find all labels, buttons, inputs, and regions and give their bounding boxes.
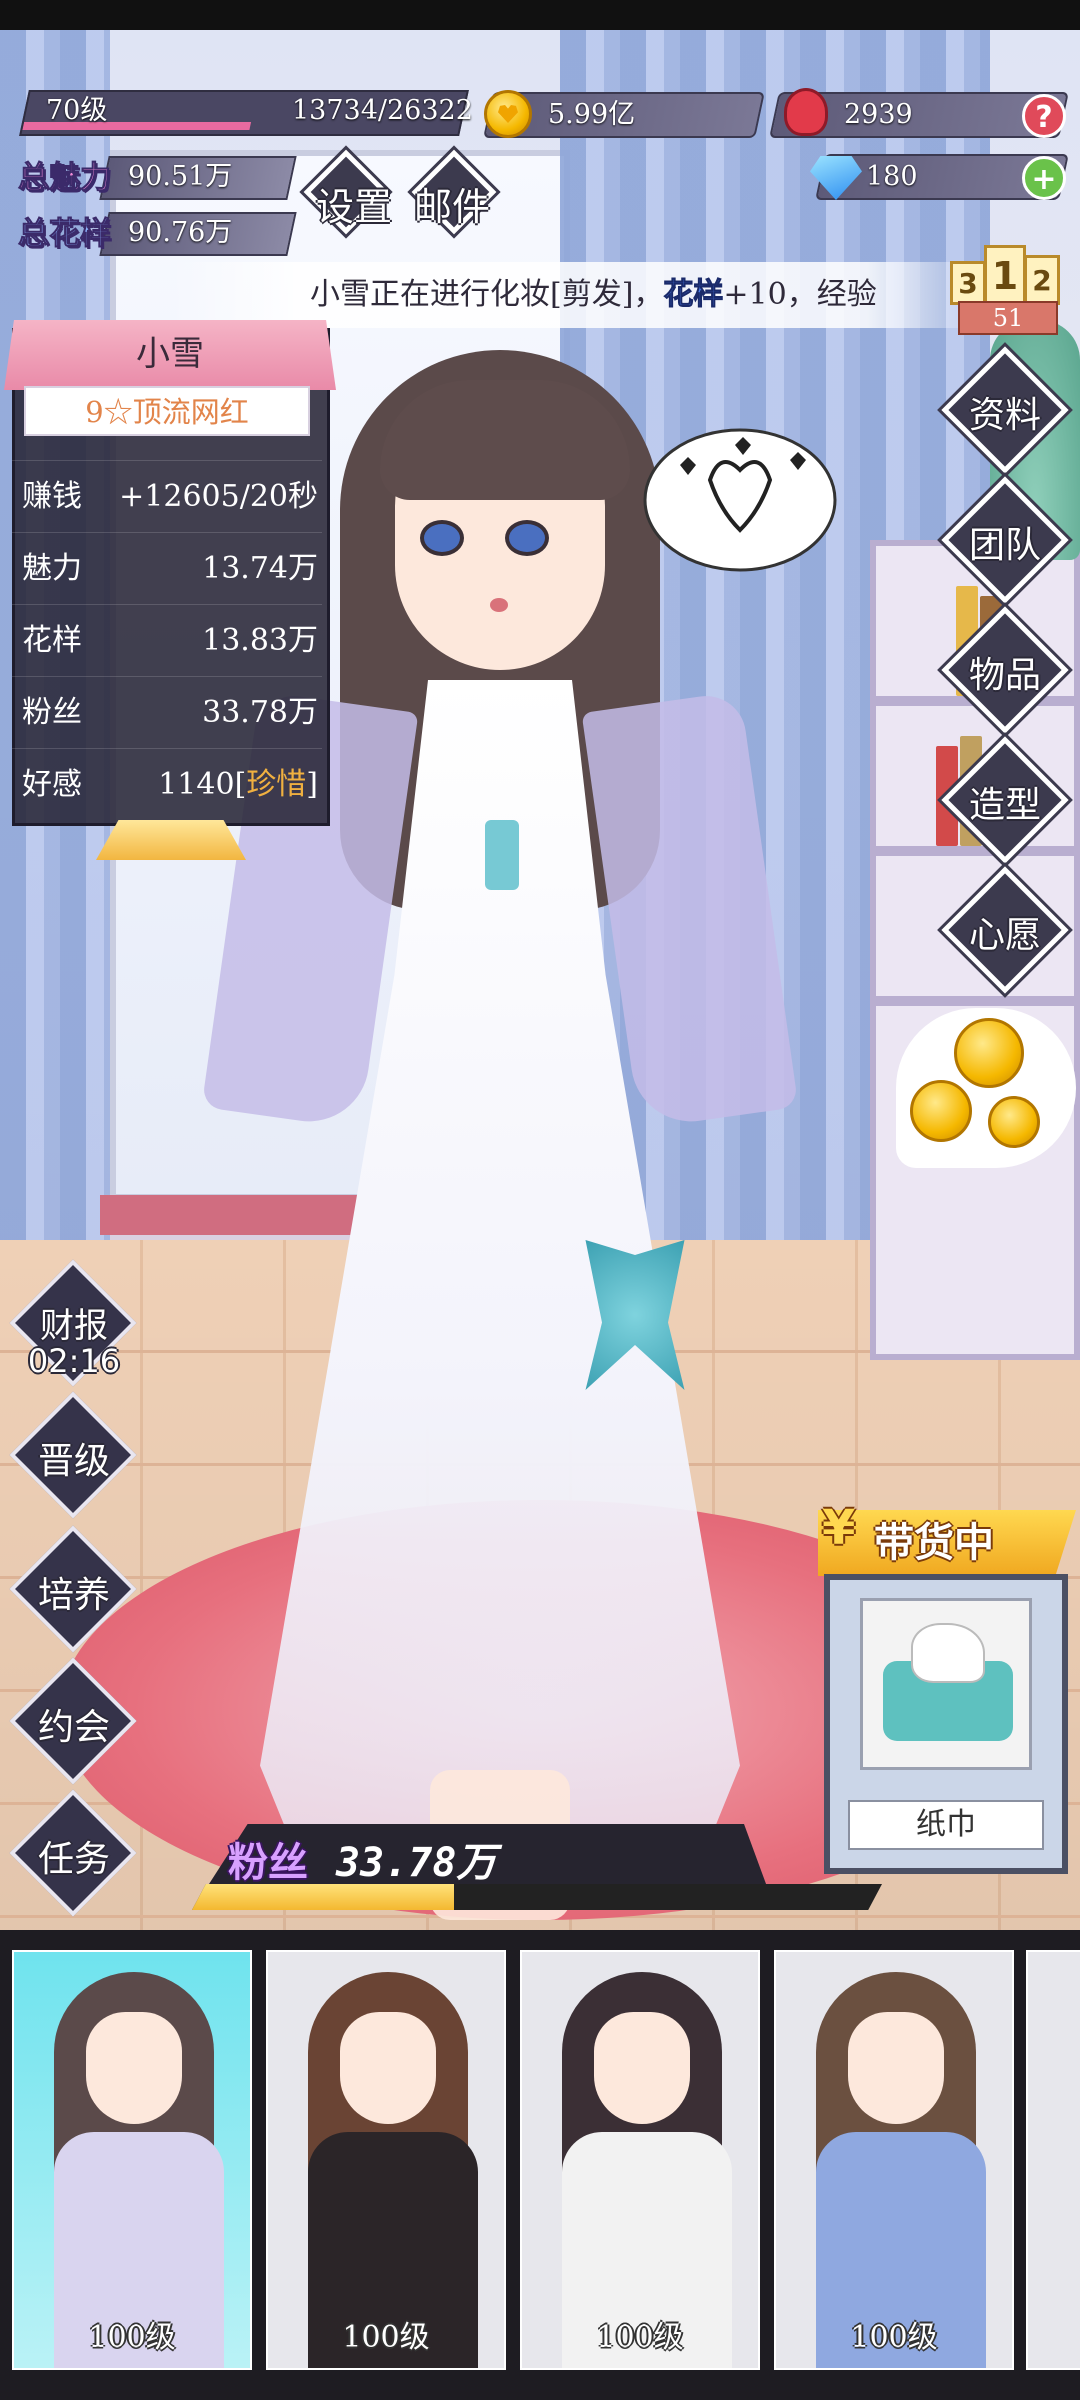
stat-row-charm: 魅力 13.74万 <box>12 532 322 592</box>
coin-icon <box>910 1080 972 1142</box>
rank-second: 2 <box>1024 255 1060 305</box>
activity-ticker: 小雪正在进行化妆[剪发]，花样+10，经验 <box>170 262 990 328</box>
character-name: 小雪 <box>136 334 204 374</box>
yen-icon: ¥ <box>822 1500 856 1556</box>
selling-banner: 带货中 <box>818 1510 1076 1576</box>
character-title-badge: 9☆顶流网红 <box>24 386 310 436</box>
add-diamonds-button[interactable]: + <box>1022 156 1066 200</box>
total-charm-value: 90.51万 <box>128 161 233 192</box>
report-timer: 02:16 <box>27 1342 121 1380</box>
rose-icon <box>784 88 828 136</box>
total-style-label: 总花样 <box>18 216 112 253</box>
rank-value: 51 <box>958 301 1058 335</box>
task-button[interactable]: 任务 <box>0 1830 148 1882</box>
fans-value: 33.78万 <box>336 1840 497 1886</box>
menu-profile-button[interactable]: 资料 <box>950 386 1060 438</box>
stat-row-affection: 好感 1140[珍惜] <box>12 748 322 808</box>
ticker-suffix: +10，经验 <box>723 277 877 312</box>
tissue-box-icon <box>860 1598 1032 1770</box>
fans-progress-track <box>192 1884 882 1910</box>
selling-item-name: 纸巾 <box>848 1800 1044 1850</box>
diamonds-value: 180 <box>866 161 918 192</box>
stat-row-fans: 粉丝 33.78万 <box>12 676 322 736</box>
total-charm-label: 总魅力 <box>18 160 112 197</box>
character-roster: 100级 100级 100级 100级 <box>0 1930 1080 2400</box>
rank-third: 3 <box>950 261 986 305</box>
heart-gesture-bubble <box>640 420 840 580</box>
menu-style-button[interactable]: 造型 <box>950 776 1060 828</box>
fans-progress-fill <box>192 1884 455 1910</box>
ticker-prefix: 小雪正在进行化妆[剪发]， <box>310 277 664 312</box>
affection-tag: 珍惜 <box>246 767 307 802</box>
coin-icon <box>954 1018 1024 1088</box>
selling-item-card[interactable]: 纸巾 <box>824 1574 1068 1874</box>
exp-text: 13734/26322 <box>292 95 473 126</box>
coins-value: 5.99亿 <box>548 99 636 130</box>
roster-level: 100级 <box>850 2320 938 2355</box>
roses-value: 2939 <box>844 99 913 130</box>
panel-collapse-handle[interactable] <box>96 820 246 860</box>
coin-icon <box>484 90 532 138</box>
coin-icon <box>988 1096 1040 1148</box>
menu-team-button[interactable]: 团队 <box>950 516 1060 568</box>
rank-podium-button[interactable]: 3 1 2 51 <box>950 235 1070 335</box>
menu-wish-button[interactable]: 心愿 <box>950 906 1060 958</box>
level-text: 70级 <box>46 95 108 126</box>
mail-button[interactable]: 邮件 <box>414 176 490 231</box>
stat-row-earn: 赚钱 +12605/20秒 <box>12 460 322 520</box>
promote-button[interactable]: 晋级 <box>0 1432 148 1484</box>
collect-coins-button[interactable] <box>896 1008 1076 1168</box>
roster-card[interactable]: 100级 <box>520 1950 760 2370</box>
date-button[interactable]: 约会 <box>0 1698 148 1750</box>
roster-card[interactable]: 100级 <box>774 1950 1014 2370</box>
status-bar-area <box>0 0 1080 30</box>
roster-card[interactable]: 100级 <box>266 1950 506 2370</box>
menu-items-button[interactable]: 物品 <box>950 646 1060 698</box>
roster-level: 100级 <box>88 2320 176 2355</box>
train-button[interactable]: 培养 <box>0 1566 148 1618</box>
stat-row-style: 花样 13.83万 <box>12 604 322 664</box>
roster-level: 100级 <box>596 2320 684 2355</box>
total-style-value: 90.76万 <box>128 217 233 248</box>
roster-card-partial[interactable] <box>1026 1950 1080 2370</box>
help-button[interactable]: ? <box>1022 94 1066 138</box>
report-button[interactable]: 财报 <box>0 1298 148 1347</box>
settings-button[interactable]: 设置 <box>316 176 392 231</box>
fans-label: 粉丝 <box>228 1840 308 1886</box>
rank-first: 1 <box>984 245 1026 305</box>
roster-level: 100级 <box>342 2320 430 2355</box>
ticker-highlight: 花样 <box>663 277 724 313</box>
roster-card[interactable]: 100级 <box>12 1950 252 2370</box>
